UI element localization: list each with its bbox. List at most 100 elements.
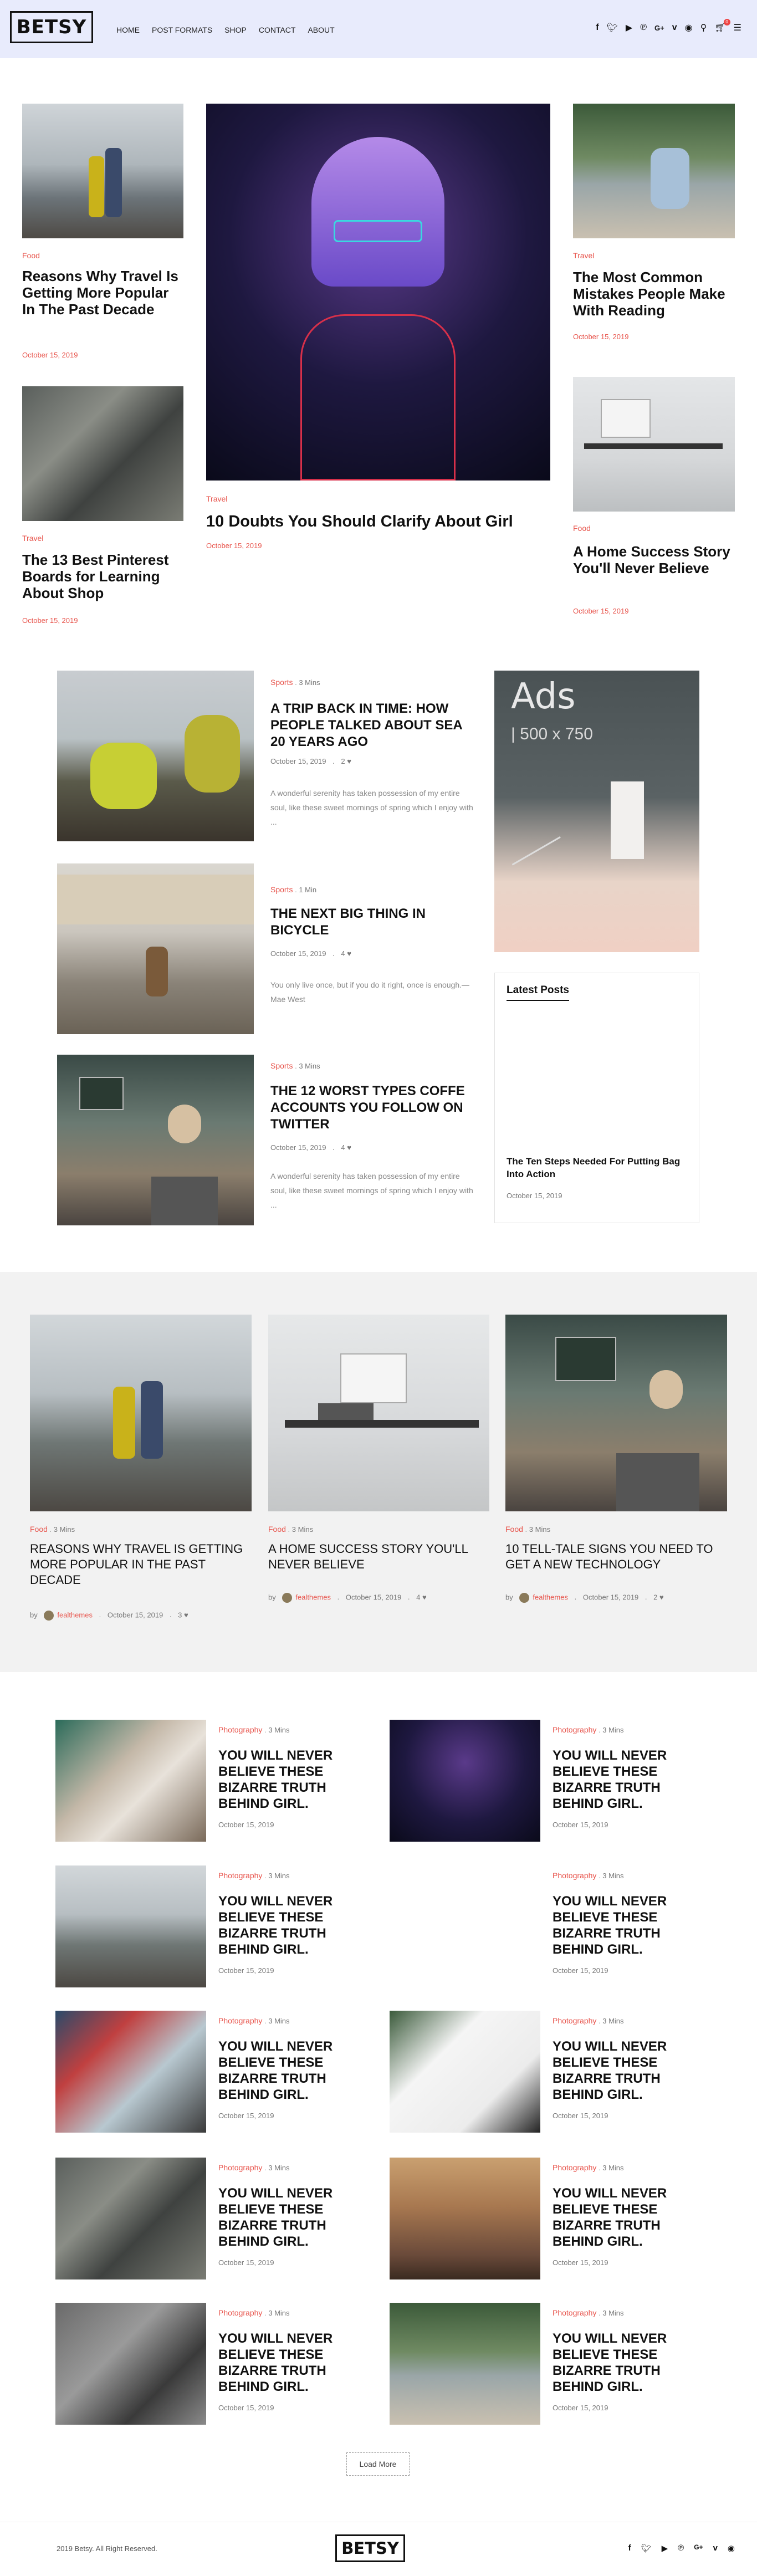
load-more-button[interactable]: Load More (346, 2452, 410, 2476)
grid-card-4-title[interactable]: YOU WILL NEVER BELIEVE THESE BIZARRE TRU… (553, 1893, 680, 1957)
grid-card-1-title[interactable]: YOU WILL NEVER BELIEVE THESE BIZARRE TRU… (218, 1747, 346, 1812)
list-post-1-comments[interactable]: 2 (341, 757, 345, 765)
band-post-1-title[interactable]: REASONS WHY TRAVEL IS GETTING MORE POPUL… (30, 1541, 254, 1588)
facebook-icon[interactable]: f (628, 2543, 631, 2553)
vimeo-icon[interactable]: v (713, 2543, 718, 2553)
nav-shop[interactable]: SHOP (224, 25, 247, 34)
grid-card-9-title[interactable]: YOU WILL NEVER BELIEVE THESE BIZARRE TRU… (218, 2330, 346, 2395)
menu-icon[interactable]: ☰ (734, 22, 741, 33)
band-post-3-category[interactable]: Food (505, 1525, 523, 1534)
grid-card-10-category[interactable]: Photography (553, 2308, 596, 2317)
hero-right-top-title[interactable]: The Most Common Mistakes People Make Wit… (573, 269, 735, 319)
list-post-2-image[interactable] (57, 863, 254, 1034)
grid-card-2-title[interactable]: YOU WILL NEVER BELIEVE THESE BIZARRE TRU… (553, 1747, 680, 1812)
grid-card-4-image[interactable] (390, 1865, 540, 1987)
list-post-3-category[interactable]: Sports (270, 1061, 293, 1070)
hero-center-title[interactable]: 10 Doubts You Should Clarify About Girl (206, 513, 550, 531)
band-post-3-author[interactable]: fealthemes (533, 1593, 568, 1601)
grid-card-9-category[interactable]: Photography (218, 2308, 262, 2317)
grid-card-4-category[interactable]: Photography (553, 1871, 596, 1880)
hero-left-bottom-title[interactable]: The 13 Best Pinterest Boards for Learnin… (22, 551, 183, 601)
band-post-1-author[interactable]: fealthemes (57, 1611, 93, 1619)
hero-left-top-category[interactable]: Food (22, 251, 40, 260)
grid-card-3-image[interactable] (55, 1865, 206, 1987)
latest-post-title[interactable]: The Ten Steps Needed For Putting Bag Int… (507, 1155, 684, 1180)
nav-contact[interactable]: CONTACT (259, 25, 296, 34)
list-post-2-excerpt: You only live once, but if you do it rig… (270, 980, 470, 1004)
spotify-icon[interactable]: ◉ (685, 22, 693, 33)
pinterest-icon[interactable]: ℗ (678, 2543, 684, 2553)
grid-card-6-title[interactable]: YOU WILL NEVER BELIEVE THESE BIZARRE TRU… (553, 2038, 680, 2103)
grid-card-6-image[interactable] (390, 2011, 540, 2133)
pinterest-icon[interactable]: ℗ (640, 23, 647, 33)
vimeo-icon[interactable]: v (672, 23, 677, 33)
grid-card-3-title[interactable]: YOU WILL NEVER BELIEVE THESE BIZARRE TRU… (218, 1893, 346, 1957)
grid-card-9-date: October 15, 2019 (218, 2404, 274, 2412)
grid-card-7-title[interactable]: YOU WILL NEVER BELIEVE THESE BIZARRE TRU… (218, 2185, 346, 2250)
spotify-icon[interactable]: ◉ (728, 2543, 735, 2553)
grid-card-10-image[interactable] (390, 2303, 540, 2425)
grid-card-9-image[interactable] (55, 2303, 206, 2425)
ads-banner[interactable]: Ads | 500 x 750 (494, 671, 699, 952)
hero-left-bottom-image[interactable] (22, 386, 183, 521)
grid-card-8-category[interactable]: Photography (553, 2163, 596, 2172)
site-logo[interactable]: BETSY (10, 11, 93, 43)
facebook-icon[interactable]: f (596, 23, 599, 33)
list-post-2-title[interactable]: THE NEXT BIG THING IN BICYCLE (270, 906, 475, 939)
hero-right-bottom-image[interactable] (573, 377, 735, 512)
twitter-icon[interactable]: 🐦︎ (607, 22, 618, 33)
grid-card-1-category[interactable]: Photography (218, 1725, 262, 1734)
band-post-2-author[interactable]: fealthemes (295, 1593, 331, 1601)
twitter-icon[interactable]: 🐦︎ (641, 2543, 652, 2553)
hero-right-bottom-title[interactable]: A Home Success Story You'll Never Believ… (573, 543, 735, 576)
footer-logo[interactable]: BETSY (335, 2534, 405, 2562)
hero-right-top-image[interactable] (573, 104, 735, 238)
band-post-2-title[interactable]: A HOME SUCCESS STORY YOU'LL NEVER BELIEV… (268, 1541, 490, 1572)
grid-card-5-image[interactable] (55, 2011, 206, 2133)
band-post-1-category[interactable]: Food (30, 1525, 48, 1534)
google-plus-icon[interactable]: G+ (694, 2543, 703, 2553)
list-post-1-category[interactable]: Sports (270, 678, 293, 687)
nav-post-formats[interactable]: POST FORMATS (152, 25, 212, 34)
list-post-2-comments[interactable]: 4 (341, 949, 345, 958)
list-post-3-title[interactable]: THE 12 WORST TYPES COFFE ACCOUNTS YOU FO… (270, 1083, 475, 1133)
grid-card-2-image[interactable] (390, 1720, 540, 1842)
grid-card-10-title[interactable]: YOU WILL NEVER BELIEVE THESE BIZARRE TRU… (553, 2330, 680, 2395)
hero-right-bottom-category[interactable]: Food (573, 524, 591, 533)
nav-about[interactable]: ABOUT (308, 25, 334, 34)
list-post-1-title[interactable]: A TRIP BACK IN TIME: HOW PEOPLE TALKED A… (270, 701, 475, 750)
grid-card-2-category[interactable]: Photography (553, 1725, 596, 1734)
grid-card-8-image[interactable] (390, 2158, 540, 2279)
grid-card-8-title[interactable]: YOU WILL NEVER BELIEVE THESE BIZARRE TRU… (553, 2185, 680, 2250)
grid-card-3-category[interactable]: Photography (218, 1871, 262, 1880)
hero-center-category[interactable]: Travel (206, 494, 227, 503)
list-post-3-comments[interactable]: 4 (341, 1143, 345, 1152)
hero-left-bottom-category[interactable]: Travel (22, 534, 43, 543)
band-post-1-image[interactable] (30, 1315, 252, 1511)
grid-card-7-category[interactable]: Photography (218, 2163, 262, 2172)
band-post-3-image[interactable] (505, 1315, 727, 1511)
search-icon[interactable]: ⚲ (700, 22, 707, 33)
list-post-3-image[interactable] (57, 1055, 254, 1225)
youtube-icon[interactable]: ▶ (626, 22, 632, 33)
band-post-2-image[interactable] (268, 1315, 489, 1511)
band-post-3-title[interactable]: 10 TELL-TALE SIGNS YOU NEED TO GET A NEW… (505, 1541, 727, 1572)
grid-card-6-category[interactable]: Photography (553, 2016, 596, 2025)
band-post-2-category[interactable]: Food (268, 1525, 286, 1534)
hero-center-image[interactable] (206, 104, 550, 481)
band-post-1-read-time: 3 Mins (53, 1525, 75, 1534)
hero-left-top-title[interactable]: Reasons Why Travel Is Getting More Popul… (22, 268, 183, 318)
nav-home[interactable]: HOME (116, 25, 140, 34)
cart-icon[interactable]: 🛒︎ 0 (714, 19, 730, 33)
grid-card-5-category[interactable]: Photography (218, 2016, 262, 2025)
grid-card-7-image[interactable] (55, 2158, 206, 2279)
list-post-1-image[interactable] (57, 671, 254, 841)
grid-card-1-image[interactable] (55, 1720, 206, 1842)
grid-card-5-title[interactable]: YOU WILL NEVER BELIEVE THESE BIZARRE TRU… (218, 2038, 346, 2103)
youtube-icon[interactable]: ▶ (662, 2543, 668, 2553)
google-plus-icon[interactable]: G+ (654, 24, 664, 32)
list-post-3-read-time: 3 Mins (299, 1062, 320, 1070)
hero-right-top-category[interactable]: Travel (573, 251, 594, 260)
list-post-2-category[interactable]: Sports (270, 885, 293, 894)
hero-left-top-image[interactable] (22, 104, 183, 238)
